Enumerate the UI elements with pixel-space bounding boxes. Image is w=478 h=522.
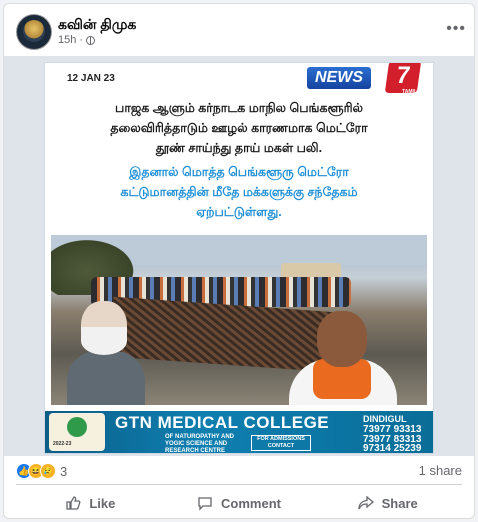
headline-line: பாஜக ஆளும் கர்நாடக மாநில பெங்களூரில் — [115, 101, 363, 115]
divider — [16, 484, 462, 485]
ad-banner: 2022-23 GTN MEDICAL COLLEGE OF NATUROPAT… — [45, 411, 433, 453]
ad-phone: 97314 25239 — [363, 443, 422, 454]
author-name[interactable]: கவின் திமுக — [58, 16, 136, 35]
post-meta: 15h · — [58, 34, 96, 46]
subline: கட்டுமானத்தின் மீதே மக்களுக்கு சந்தேகம் — [120, 185, 358, 199]
ad-subtitle: OF NATUROPATHY AND YOGIC SCIENCE AND RES… — [165, 434, 234, 454]
news-photo — [51, 235, 427, 405]
post-header: கவின் திமுக 15h · ••• — [16, 14, 466, 50]
ad-city: DINDIGUL — [363, 414, 407, 424]
subline: இதனால் மொத்த பெங்களூரு மெட்ரோ — [129, 165, 349, 179]
comment-icon — [198, 497, 212, 511]
comment-button[interactable]: Comment — [165, 490, 314, 516]
ad-admissions: FOR ADMISSIONS CONTACT — [251, 435, 311, 451]
share-label: Share — [381, 495, 418, 511]
globe-icon — [86, 35, 96, 45]
comment-label: Comment — [221, 495, 281, 511]
ad-title: GTN MEDICAL COLLEGE — [115, 413, 330, 432]
headline-line: தூண் சாய்ந்து தாய் மகள் பலி. — [155, 141, 323, 155]
more-options-icon[interactable]: ••• — [446, 20, 466, 38]
person-left — [67, 301, 145, 405]
person-right — [283, 305, 403, 405]
college-logo: 2022-23 — [49, 413, 105, 451]
post-card: கவின் திமுக 15h · ••• 12 JAN 23 NEWS 7 T… — [3, 3, 475, 519]
poster-date: 12 JAN 23 — [67, 73, 115, 84]
logo-sub: TAMIL — [402, 89, 417, 95]
news-poster: 12 JAN 23 NEWS 7 TAMIL பாஜக ஆளும் கர்நாட… — [44, 62, 434, 454]
post-time[interactable]: 15h — [58, 34, 76, 46]
thumbs-up-icon — [66, 496, 81, 510]
share-button[interactable]: Share — [313, 490, 462, 516]
like-button[interactable]: Like — [16, 490, 165, 516]
share-icon — [357, 495, 374, 510]
sad-reaction-icon: 😢 — [40, 463, 56, 479]
like-label: Like — [89, 495, 116, 511]
share-count[interactable]: 1 share — [419, 463, 462, 478]
avatar[interactable] — [16, 14, 52, 50]
reaction-count[interactable]: 3 — [60, 464, 67, 479]
subline: ஏற்பட்டுள்ளது. — [196, 205, 282, 219]
ad-year: 2022-23 — [53, 441, 72, 447]
reactions-summary[interactable]: 👍 😆 😢 3 — [16, 463, 67, 479]
news7-logo: NEWS 7 TAMIL — [307, 63, 422, 95]
action-bar: Like Comment Share — [16, 490, 462, 516]
post-image[interactable]: 12 JAN 23 NEWS 7 TAMIL பாஜக ஆளும் கர்நாட… — [4, 56, 474, 456]
headline-line: தலைவிரித்தாடும் ஊழல் காரணமாக மெட்ரோ — [110, 121, 368, 135]
logo-text: NEWS — [307, 67, 371, 89]
